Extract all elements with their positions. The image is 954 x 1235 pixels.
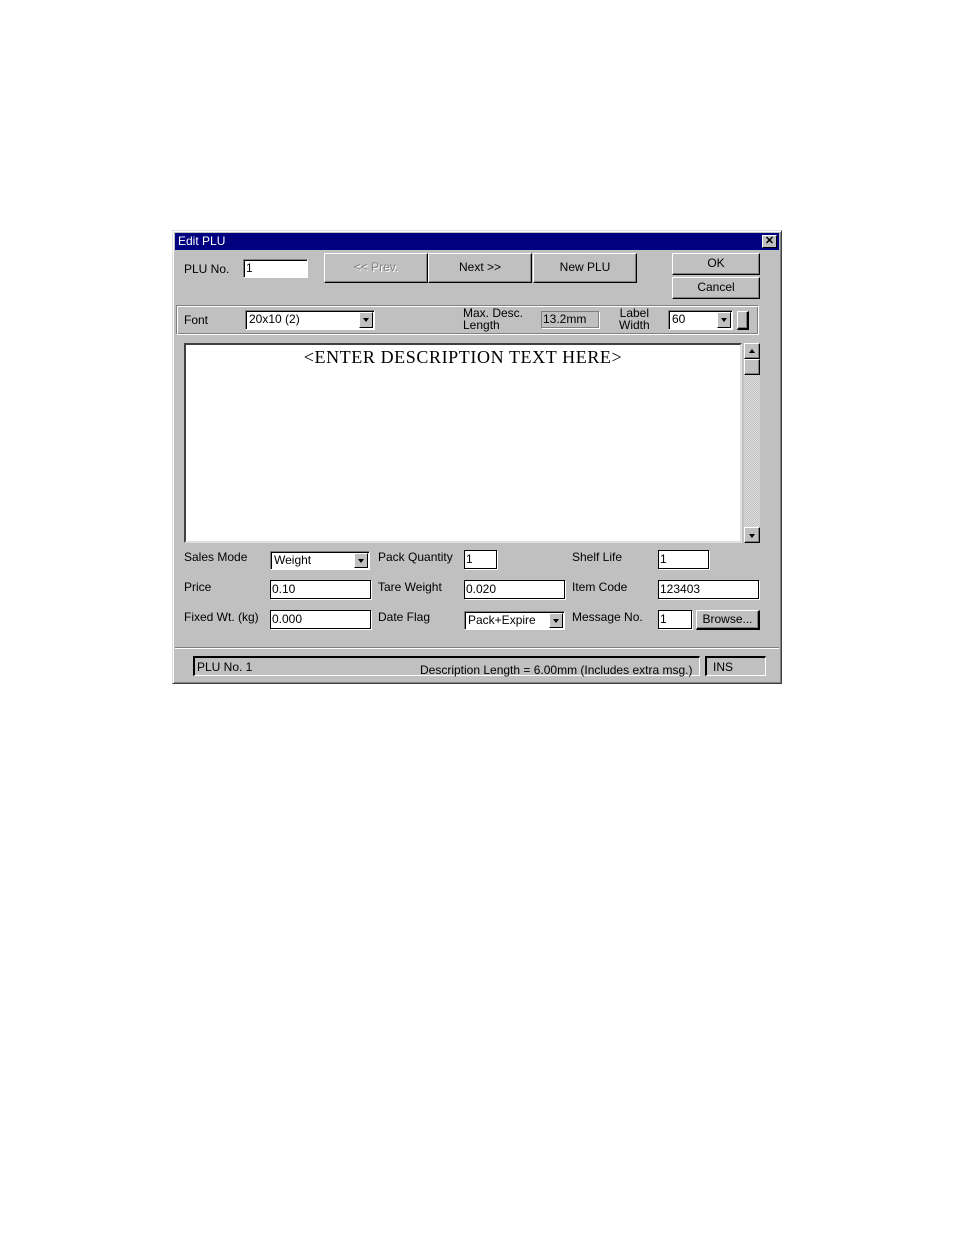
close-x-icon: ✕: [764, 235, 775, 247]
sales-mode-value: Weight: [274, 553, 312, 567]
price-input[interactable]: 0.10: [270, 580, 371, 599]
fixed-weight-label: Fixed Wt. (kg): [184, 610, 259, 624]
shelf-life-input[interactable]: 1: [658, 550, 709, 569]
plu-no-input[interactable]: 1: [243, 259, 308, 278]
status-divider: [175, 647, 779, 649]
tare-weight-value: 0.020: [466, 582, 497, 596]
item-code-value: 123403: [660, 582, 701, 596]
price-value: 0.10: [272, 582, 296, 596]
message-no-value: 1: [660, 612, 667, 626]
max-desc-value-text: 13.2mm: [543, 312, 587, 326]
chevron-down-icon: [721, 318, 727, 322]
sales-mode-dropdown-button[interactable]: [354, 553, 368, 568]
date-flag-value: Pack+Expire: [468, 613, 536, 627]
cancel-button[interactable]: Cancel: [672, 277, 760, 299]
close-button[interactable]: ✕: [762, 235, 777, 248]
price-label: Price: [184, 580, 212, 594]
fixed-weight-input[interactable]: 0.000: [270, 610, 371, 629]
label-width-dropdown-button[interactable]: [717, 312, 731, 328]
title-bar[interactable]: Edit PLU ✕: [175, 233, 779, 250]
font-dropdown-button[interactable]: [359, 312, 373, 328]
date-flag-select[interactable]: Pack+Expire: [464, 611, 565, 630]
max-desc-length-label: Max. Desc. Length: [463, 307, 523, 331]
tare-weight-label: Tare Weight: [378, 580, 442, 594]
edit-plu-dialog: Edit PLU ✕ PLU No. 1 << Prev. Next >> Ne…: [172, 230, 782, 684]
shelf-life-label: Shelf Life: [572, 550, 623, 564]
pack-quantity-input[interactable]: 1: [464, 550, 497, 569]
font-select[interactable]: 20x10 (2): [245, 310, 375, 330]
scroll-down-button[interactable]: [744, 527, 760, 543]
pack-quantity-value: 1: [466, 552, 473, 566]
plu-no-label: PLU No.: [184, 262, 230, 276]
sales-mode-select[interactable]: Weight: [270, 551, 370, 570]
shelf-life-value: 1: [660, 552, 667, 566]
status-mode-text: INS: [713, 660, 734, 674]
font-value: 20x10 (2): [249, 312, 300, 326]
font-label: Font: [184, 313, 209, 327]
status-plu-text: PLU No. 1: [197, 660, 253, 674]
scroll-thumb[interactable]: [744, 359, 760, 375]
chevron-down-icon: [553, 619, 559, 623]
tare-weight-input[interactable]: 0.020: [464, 580, 565, 599]
arrow-down-icon: [749, 534, 755, 538]
message-no-label: Message No.: [572, 610, 643, 624]
chevron-down-icon: [358, 559, 364, 563]
arrow-up-icon: [749, 349, 755, 353]
next-button[interactable]: Next >>: [428, 253, 532, 283]
item-code-input[interactable]: 123403: [658, 580, 759, 599]
window-title: Edit PLU: [178, 234, 226, 248]
label-width-select[interactable]: 60: [668, 310, 733, 330]
label-width-label-line2: Width: [619, 318, 650, 332]
status-description-length: Description Length = 6.00mm (Includes ex…: [420, 663, 693, 677]
status-panel-mode: INS: [705, 656, 766, 676]
date-flag-label: Date Flag: [378, 610, 431, 624]
description-text-area[interactable]: <ENTER DESCRIPTION TEXT HERE>: [184, 343, 742, 543]
prev-button[interactable]: << Prev.: [324, 253, 428, 283]
description-text: <ENTER DESCRIPTION TEXT HERE>: [303, 347, 623, 367]
max-desc-length-value: 13.2mm: [541, 311, 599, 328]
sales-mode-label: Sales Mode: [184, 550, 248, 564]
label-width-value: 60: [672, 312, 686, 326]
item-code-label: Item Code: [572, 580, 628, 594]
browse-button[interactable]: Browse...: [696, 610, 760, 630]
date-flag-dropdown-button[interactable]: [549, 613, 563, 628]
message-no-input[interactable]: 1: [658, 610, 692, 629]
description-scrollbar[interactable]: [744, 343, 760, 543]
chevron-down-icon: [363, 318, 369, 322]
ok-button[interactable]: OK: [672, 253, 760, 275]
max-desc-label-line2: Length: [463, 318, 500, 332]
fixed-weight-value: 0.000: [272, 612, 303, 626]
status-panel-main: PLU No. 1 Description Length = 6.00mm (I…: [193, 656, 700, 677]
scroll-up-button[interactable]: [744, 343, 760, 359]
label-width-label: Label Width: [619, 307, 650, 331]
pack-quantity-label: Pack Quantity: [378, 550, 453, 564]
plu-no-value: 1: [246, 261, 253, 275]
new-plu-button[interactable]: New PLU: [533, 253, 637, 283]
label-width-extra-button[interactable]: [737, 311, 749, 330]
